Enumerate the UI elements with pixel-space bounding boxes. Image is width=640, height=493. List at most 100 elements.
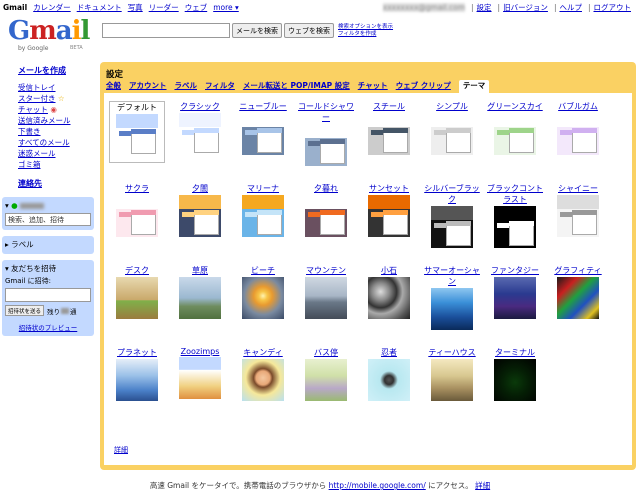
sidebar-item-1[interactable]: スター付き ☆ — [18, 93, 96, 104]
online-status-icon[interactable]: ● — [11, 201, 18, 210]
theme-option-30[interactable]: ターミナル — [487, 347, 543, 401]
theme-name[interactable]: ブラックコントラスト — [487, 184, 543, 204]
top-nav-4[interactable]: リーダー — [149, 3, 179, 12]
theme-preview-thumbnail[interactable] — [179, 357, 221, 399]
account-link-1[interactable]: 旧バージョン — [503, 3, 548, 12]
top-nav-1[interactable]: カレンダー — [33, 3, 71, 12]
theme-preview-thumbnail[interactable] — [305, 124, 347, 166]
theme-name[interactable]: グラフィティ — [554, 266, 601, 275]
theme-preview-thumbnail[interactable] — [494, 277, 536, 319]
theme-preview-thumbnail[interactable] — [305, 277, 347, 319]
tab-2[interactable]: ラベル — [175, 80, 198, 92]
theme-name[interactable]: デスク — [125, 266, 149, 275]
theme-name[interactable]: クラシック — [180, 102, 220, 111]
theme-preview-thumbnail[interactable] — [431, 206, 473, 248]
theme-option-24[interactable]: プラネット — [109, 347, 165, 401]
theme-preview-thumbnail[interactable] — [431, 359, 473, 401]
sidebar-item-5[interactable]: すべてのメール — [18, 137, 96, 148]
theme-option-14[interactable]: ブラックコントラスト — [487, 183, 543, 248]
theme-option-18[interactable]: ビーチ — [235, 265, 291, 319]
theme-preview-thumbnail[interactable] — [557, 195, 599, 237]
theme-preview-thumbnail[interactable] — [431, 113, 473, 155]
account-link-2[interactable]: ヘルプ — [559, 3, 582, 12]
chat-search-input[interactable]: 検索、追加、招待 — [5, 213, 91, 226]
theme-preview-thumbnail[interactable] — [116, 359, 158, 401]
themes-more-link[interactable]: 詳細 — [114, 445, 128, 455]
theme-preview-thumbnail[interactable] — [431, 288, 473, 330]
theme-option-9[interactable]: 夕闇 — [172, 183, 228, 237]
theme-option-7[interactable]: バブルガム — [550, 101, 606, 155]
footer-more-link[interactable]: 詳細 — [475, 481, 490, 490]
sidebar-item-4[interactable]: 下書き — [18, 126, 96, 137]
theme-name[interactable]: コールドシャワー — [298, 102, 354, 122]
invite-preview-link[interactable]: 招待状のプレビュー — [5, 322, 91, 332]
theme-preview-thumbnail[interactable] — [116, 114, 158, 156]
theme-name[interactable]: シンプル — [436, 102, 468, 111]
theme-name[interactable]: ニューブルー — [239, 102, 287, 111]
theme-preview-thumbnail[interactable] — [116, 277, 158, 319]
theme-option-5[interactable]: シンプル — [424, 101, 480, 155]
top-nav-5[interactable]: ウェブ — [185, 3, 208, 12]
theme-option-25[interactable]: Zoozimps — [172, 347, 228, 399]
theme-name[interactable]: サクラ — [125, 184, 149, 193]
theme-option-15[interactable]: シャイニー — [550, 183, 606, 237]
tab-7[interactable]: テーマ — [458, 80, 490, 93]
sidebar-item-2[interactable]: チャット ◉ — [18, 104, 96, 115]
theme-option-3[interactable]: コールドシャワー — [298, 101, 354, 166]
expand-icon[interactable]: ▸ — [5, 240, 9, 249]
theme-option-10[interactable]: マリーナ — [235, 183, 291, 237]
theme-preview-thumbnail[interactable] — [242, 277, 284, 319]
theme-name[interactable]: 夕暮れ — [314, 184, 338, 193]
top-nav-3[interactable]: 写真 — [128, 3, 143, 12]
send-invite-button[interactable]: 招待状を送る — [5, 305, 45, 316]
theme-preview-thumbnail[interactable] — [368, 277, 410, 319]
labels-header[interactable]: ラベル — [11, 240, 34, 249]
theme-preview-thumbnail[interactable] — [242, 359, 284, 401]
top-nav-2[interactable]: ドキュメント — [77, 3, 122, 12]
theme-name[interactable]: 草原 — [192, 266, 208, 275]
theme-preview-thumbnail[interactable] — [557, 113, 599, 155]
theme-option-6[interactable]: グリーンスカイ — [487, 101, 543, 155]
theme-option-27[interactable]: バス停 — [298, 347, 354, 401]
account-link-3[interactable]: ログアウト — [594, 3, 632, 12]
theme-name[interactable]: バス停 — [314, 348, 338, 357]
theme-option-16[interactable]: デスク — [109, 265, 165, 319]
theme-option-8[interactable]: サクラ — [109, 183, 165, 237]
theme-preview-thumbnail[interactable] — [557, 277, 599, 319]
theme-option-23[interactable]: グラフィティ — [550, 265, 606, 319]
theme-option-17[interactable]: 草原 — [172, 265, 228, 319]
theme-name[interactable]: ファンタジー — [491, 266, 539, 275]
search-mail-button[interactable]: メールを検索 — [232, 23, 282, 38]
search-web-button[interactable]: ウェブを検索 — [284, 23, 334, 38]
invite-email-input[interactable] — [5, 288, 91, 302]
collapse-icon[interactable]: ▾ — [5, 264, 9, 273]
tab-5[interactable]: チャット — [358, 80, 388, 92]
theme-preview-thumbnail[interactable] — [179, 277, 221, 319]
theme-option-19[interactable]: マウンテン — [298, 265, 354, 319]
theme-preview-thumbnail[interactable] — [494, 113, 536, 155]
top-nav-0[interactable]: Gmail — [3, 3, 27, 12]
sidebar-item-6[interactable]: 迷惑メール — [18, 148, 96, 159]
theme-preview-thumbnail[interactable] — [368, 359, 410, 401]
theme-name[interactable]: デフォルト — [117, 103, 157, 112]
compose-mail-link[interactable]: メールを作成 — [18, 65, 96, 76]
tab-1[interactable]: アカウント — [129, 80, 167, 92]
theme-option-4[interactable]: スチール — [361, 101, 417, 155]
contacts-link[interactable]: 連絡先 — [18, 178, 96, 189]
theme-name[interactable]: シルバーブラック — [424, 184, 480, 204]
theme-preview-thumbnail[interactable] — [305, 359, 347, 401]
theme-option-28[interactable]: 忍者 — [361, 347, 417, 401]
tab-6[interactable]: ウェブ クリップ — [396, 80, 451, 92]
sidebar-item-7[interactable]: ゴミ箱 — [18, 159, 96, 170]
theme-name[interactable]: マリーナ — [247, 184, 279, 193]
theme-preview-thumbnail[interactable] — [305, 195, 347, 237]
sidebar-item-3[interactable]: 送信済みメール — [18, 115, 96, 126]
theme-option-21[interactable]: サマーオーシャン — [424, 265, 480, 330]
theme-name[interactable]: ターミナル — [495, 348, 535, 357]
create-filter-link[interactable]: フィルタを作成 — [338, 31, 393, 38]
theme-name[interactable]: 夕闇 — [192, 184, 208, 193]
show-search-options-link[interactable]: 検索オプションを表示 — [338, 24, 393, 31]
tab-0[interactable]: 全般 — [106, 80, 121, 92]
theme-name[interactable]: ビーチ — [251, 266, 275, 275]
theme-name[interactable]: Zoozimps — [181, 347, 220, 356]
